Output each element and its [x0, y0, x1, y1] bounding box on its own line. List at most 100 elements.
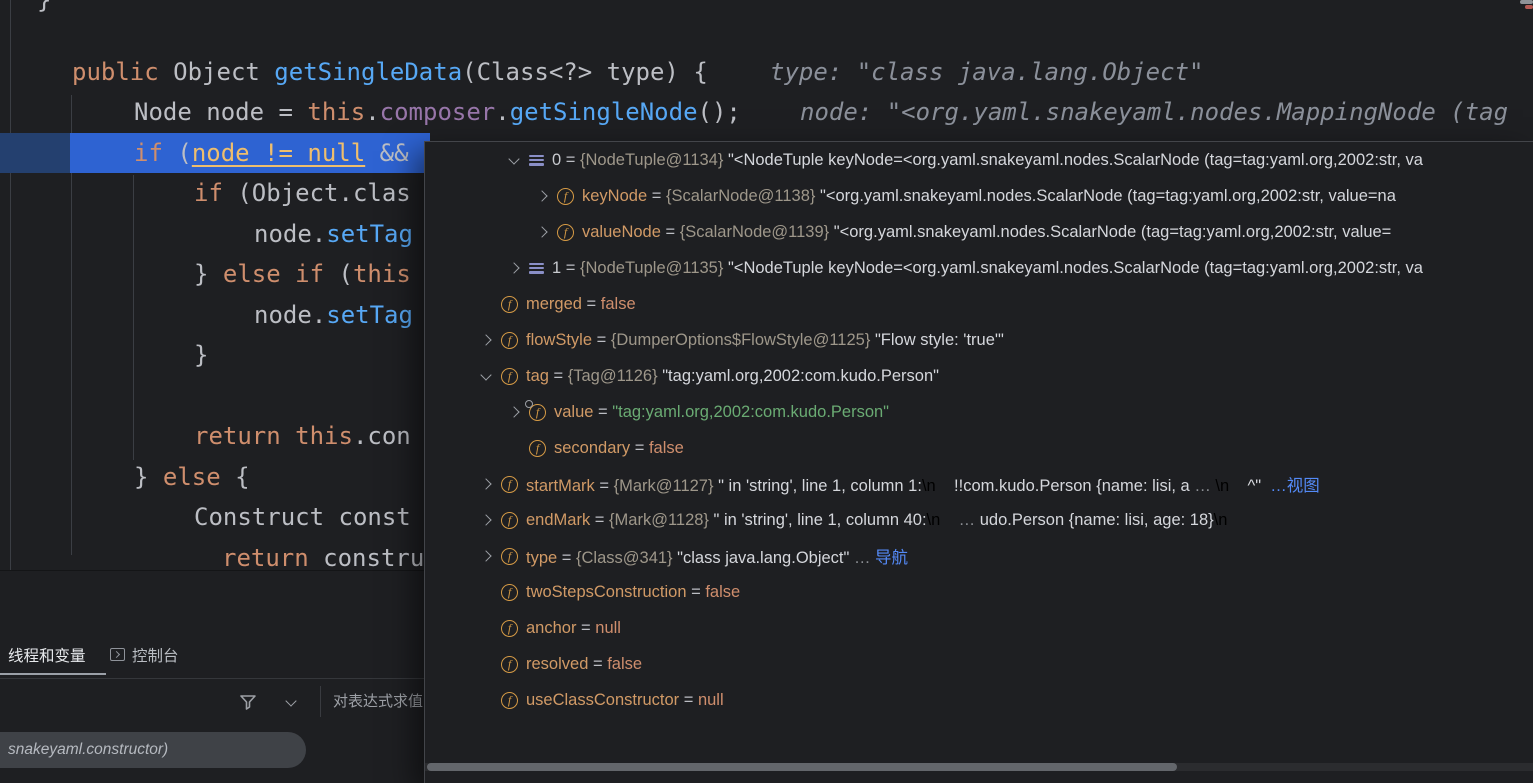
value-token: null: [697, 690, 724, 709]
horizontal-scrollbar-thumb[interactable]: [427, 763, 1177, 771]
value-token: =: [576, 618, 596, 637]
code-token: Object: [158, 58, 275, 86]
debug-toolbar: 对表达式求值...: [0, 679, 424, 724]
code-token: .: [495, 98, 510, 126]
chevron-right-icon[interactable]: [477, 322, 495, 358]
field-icon: f: [501, 619, 518, 637]
value-token: !!com.kudo.Person {name: lisi, a: [935, 477, 1195, 495]
code-token: node.: [254, 301, 327, 329]
chevron-right-icon[interactable]: [505, 394, 523, 430]
value-token: =: [592, 330, 611, 349]
chevron-right-icon[interactable]: [477, 466, 495, 502]
code-token: .con: [352, 422, 411, 450]
chevron-down-icon[interactable]: [284, 695, 298, 709]
field-icon: f: [557, 223, 574, 241]
variable-row[interactable]: f twoStepsConstruction = false: [425, 574, 1533, 610]
variable-row[interactable]: f tag = {Tag@1126} "tag:yaml.org,2002:com…: [425, 358, 1533, 394]
field-icon: f: [525, 399, 546, 421]
horizontal-scrollbar-track[interactable]: [425, 763, 1533, 771]
debugger-variables-popup: 0 = {NodeTuple@1134} "<NodeTuple keyNode…: [424, 141, 1533, 783]
code-token: }: [194, 260, 223, 288]
value-token: 0: [552, 150, 562, 169]
variable-row[interactable]: f anchor = null: [425, 610, 1533, 646]
chevron-right-icon[interactable]: [533, 178, 551, 214]
value-token: =: [581, 294, 601, 313]
code-token: }: [37, 0, 52, 14]
chevron-right-icon[interactable]: [533, 214, 551, 250]
value-token: {NodeTuple@1135}: [580, 258, 728, 277]
inline-debug-value-hint[interactable]: type: "class java.lang.Object": [770, 52, 1203, 92]
variable-text: anchor = null: [526, 619, 621, 638]
filter-button[interactable]: [232, 687, 264, 717]
code-token: .: [365, 98, 380, 126]
variable-text: keyNode = {ScalarNode@1138} "<org.yaml.s…: [582, 187, 1396, 206]
code-line: }: [194, 335, 208, 375]
value-token: "tag:yaml.org,2002:com.kudo.Person": [612, 402, 890, 421]
variable-row[interactable]: f value = "tag:yaml.org,2002:com.kudo.Per…: [425, 394, 1533, 430]
value-token: null: [595, 618, 621, 637]
value-token: …: [853, 549, 871, 567]
tab-threads-variables[interactable]: 线程和变量: [8, 631, 86, 678]
variable-text: tag = {Tag@1126} "tag:yaml.org,2002:com.…: [526, 367, 939, 386]
code-token: return: [222, 544, 309, 572]
chevron-right-icon[interactable]: [477, 502, 495, 538]
code-token: (: [162, 139, 192, 167]
variable-row[interactable]: f flowStyle = {DumperOptions$FlowStyle@11…: [425, 322, 1533, 358]
value-action-link[interactable]: 导航: [870, 549, 908, 567]
field-icon: f: [529, 439, 546, 457]
code-token: {: [220, 463, 250, 491]
value-token: false: [705, 582, 741, 601]
value-token: =: [630, 438, 649, 457]
code-token: node.: [254, 220, 327, 248]
variable-row[interactable]: f endMark = {Mark@1128} " in 'string', li…: [425, 502, 1533, 538]
variable-row[interactable]: f type = {Class@341} "class java.lang.Obj…: [425, 538, 1533, 574]
inline-debug-value-hint[interactable]: node: "<org.yaml.snakeyaml.nodes.Mapping…: [800, 92, 1508, 132]
tab-label: 控制台: [132, 647, 179, 665]
code-token: this: [352, 260, 411, 288]
code-token: this: [295, 422, 353, 450]
code-token: Construct const: [194, 503, 411, 531]
chevron-down-icon[interactable]: [477, 358, 495, 394]
code-token: construc: [308, 544, 439, 572]
variable-row[interactable]: f merged = false: [425, 286, 1533, 322]
code-line: }: [37, 0, 51, 20]
scrollbar-corner-mark: [1520, 0, 1533, 4]
variable-row[interactable]: f useClassConstructor = null: [425, 682, 1533, 718]
chevron-right-icon[interactable]: [505, 250, 523, 286]
variables-tree: 0 = {NodeTuple@1134} "<NodeTuple keyNode…: [425, 142, 1533, 718]
code-token: node != null: [191, 139, 366, 167]
variable-row[interactable]: f secondary = false: [425, 430, 1533, 466]
variable-text: useClassConstructor = null: [526, 691, 724, 710]
code-line: } else {: [134, 457, 250, 497]
variable-text: endMark = {Mark@1128} " in 'string', lin…: [526, 511, 1227, 530]
value-token: "class java.lang.Object": [677, 549, 854, 567]
variable-row[interactable]: f keyNode = {ScalarNode@1138} "<org.yaml.…: [425, 178, 1533, 214]
chevron-right-icon[interactable]: [477, 538, 495, 574]
value-token: =: [686, 582, 706, 601]
evaluate-expression-field[interactable]: 对表达式求值...: [333, 679, 424, 724]
chevron-down-icon[interactable]: [505, 142, 523, 178]
code-line: } else if (this: [194, 254, 411, 294]
variable-row[interactable]: f valueNode = {ScalarNode@1139} "<org.yam…: [425, 214, 1533, 250]
value-token: \n: [1213, 510, 1228, 529]
frames-combobox[interactable]: snakeyaml.constructor): [0, 732, 306, 768]
code-token: }: [134, 463, 163, 491]
error-stripe-mark: [1525, 5, 1533, 9]
variable-row[interactable]: 1 = {NodeTuple@1135} "<NodeTuple keyNode…: [425, 250, 1533, 286]
active-tab-indicator: [0, 673, 106, 675]
variable-text: value = "tag:yaml.org,2002:com.kudo.Pers…: [554, 403, 889, 422]
field-icon: f: [501, 655, 518, 673]
code-token: composer: [379, 98, 496, 126]
code-line: Node node = this.composer.getSingleNode(…: [134, 92, 741, 132]
tab-console[interactable]: 控制台: [110, 631, 179, 678]
field-icon: f: [501, 511, 518, 529]
value-action-link[interactable]: …视图: [1270, 477, 1320, 495]
variable-row[interactable]: f startMark = {Mark@1127} " in 'string', …: [425, 466, 1533, 502]
variable-row[interactable]: 0 = {NodeTuple@1134} "<NodeTuple keyNode…: [425, 142, 1533, 178]
variable-row[interactable]: f resolved = false: [425, 646, 1533, 682]
code-token: (Class<?> type) {: [462, 58, 708, 86]
value-token: \n: [921, 477, 936, 495]
